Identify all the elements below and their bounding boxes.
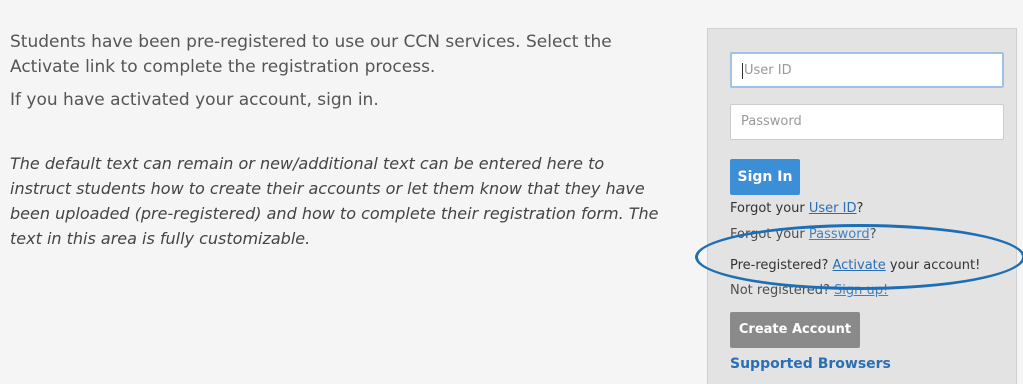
forgot-password-prefix: Forgot your [730, 227, 809, 242]
customizable-text: The default text can remain or new/addit… [10, 154, 659, 248]
create-account-button[interactable]: Create Account [730, 312, 860, 348]
forgot-userid-prefix: Forgot your [730, 201, 809, 216]
password-placeholder: Password [741, 114, 802, 129]
user-id-placeholder: User ID [744, 63, 792, 78]
prereg-prefix: Pre-registered? [730, 258, 833, 273]
page: Students have been pre-registered to use… [0, 0, 1023, 384]
not-registered-line: Not registered? Sign up! [730, 283, 888, 298]
prereg-suffix: your account! [885, 258, 981, 273]
login-panel: User ID Password Sign In Forgot your Use… [707, 28, 1017, 384]
intro-signin-note: If you have activated your account, sign… [10, 90, 379, 110]
pre-registered-line: Pre-registered? Activate your account! [730, 258, 980, 273]
notreg-prefix: Not registered? [730, 283, 835, 298]
forgot-password-line: Forgot your Password? [730, 227, 877, 242]
intro-text-block: Students have been pre-registered to use… [10, 30, 670, 251]
password-field[interactable]: Password [730, 104, 1004, 140]
text-caret [742, 62, 743, 79]
forgot-user-id-line: Forgot your User ID? [730, 201, 863, 216]
sign-up-link[interactable]: Sign up! [834, 283, 888, 298]
forgot-password-suffix: ? [869, 227, 877, 242]
activate-link[interactable]: Activate [833, 258, 886, 273]
intro-instructions: Students have been pre-registered to use… [10, 32, 612, 77]
forgot-user-id-link[interactable]: User ID [809, 201, 857, 216]
sign-in-button[interactable]: Sign In [730, 159, 800, 195]
user-id-field[interactable]: User ID [730, 52, 1004, 88]
supported-browsers-link[interactable]: Supported Browsers [730, 356, 891, 372]
forgot-userid-suffix: ? [856, 201, 864, 216]
forgot-password-link[interactable]: Password [809, 227, 870, 242]
